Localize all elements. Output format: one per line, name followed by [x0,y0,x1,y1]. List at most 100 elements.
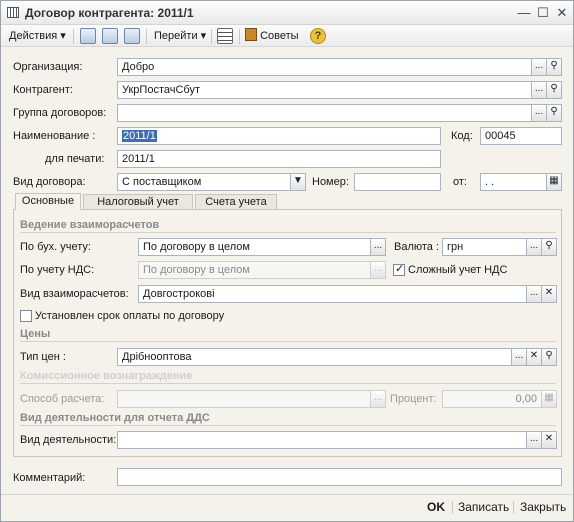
group-select-button[interactable]: ... [531,104,547,122]
by-accounting-select[interactable]: По договору в целом [138,238,371,256]
print-name-label: для печати: [45,153,105,165]
toolbar-divider [73,29,74,44]
currency-field[interactable]: грн [442,238,527,256]
actions-label: Действия [9,30,58,42]
name-value: 2011/1 [122,130,157,142]
payment-term-label: Установлен срок оплаты по договору [35,310,225,322]
prices-section-title: Цены [20,328,51,340]
group-field[interactable] [117,104,532,122]
clear-icon[interactable]: ✕ [526,348,542,366]
save-button[interactable]: Записать [458,500,509,514]
dds-section-title: Вид деятельности для отчета ДДС [20,412,210,424]
write-close-icon[interactable] [80,28,96,44]
help-icon[interactable]: ? [310,28,326,44]
footer-divider [1,494,573,495]
calc-method-label: Способ расчета: [20,393,105,405]
number-label: Номер: [312,176,349,188]
section-divider [20,341,556,342]
chevron-down-icon[interactable]: ▼ [290,173,306,191]
by-vat-select-button[interactable]: ... [370,261,386,279]
refresh-icon[interactable] [102,28,118,44]
clear-icon[interactable]: ✕ [541,285,557,303]
window-title: Договор контрагента: 2011/1 [25,6,194,20]
calendar-icon[interactable]: ▦ [546,173,562,191]
contract-type-label: Вид договора: [13,176,86,188]
calc-method-field[interactable] [117,390,371,408]
actions-menu[interactable]: Действия ▾ [9,28,66,45]
price-type-select-button[interactable]: ... [511,348,527,366]
organization-select-button[interactable]: ... [531,58,547,76]
print-name-field[interactable]: 2011/1 [117,150,441,168]
settlement-type-select-button[interactable]: ... [526,285,542,303]
clear-icon[interactable]: ✕ [541,431,557,449]
footer-button-divider [513,501,514,514]
toolbar-divider [239,29,240,44]
settlement-type-label: Вид взаиморасчетов: [20,288,129,300]
number-field[interactable] [354,173,441,191]
comment-label: Комментарий: [13,472,86,484]
goto-menu[interactable]: Перейти ▾ [154,28,206,45]
name-field[interactable]: 2011/1 [117,127,441,145]
search-icon[interactable]: ⚲ [541,238,557,256]
payment-term-checkbox[interactable] [20,310,32,322]
tips-label: Советы [260,30,299,42]
section-divider [20,232,556,233]
activity-select-button[interactable]: ... [526,431,542,449]
title-bar: Договор контрагента: 2011/1 — ☐ ✕ [1,1,573,25]
search-icon[interactable]: ⚲ [546,58,562,76]
maximize-icon[interactable]: ☐ [534,4,552,21]
date-from-label: от: [453,176,467,188]
activity-label: Вид деятельности: [20,434,117,446]
copy-document-icon[interactable] [124,28,140,44]
by-accounting-select-button[interactable]: ... [370,238,386,256]
group-label: Группа договоров: [13,107,107,119]
toolbar-divider [211,29,212,44]
toolbar-divider [146,29,147,44]
contract-window: Договор контрагента: 2011/1 — ☐ ✕ Действ… [0,0,574,522]
search-icon[interactable]: ⚲ [546,81,562,99]
price-type-field[interactable]: Дрібнооптова [117,348,512,366]
close-button[interactable]: Закрыть [520,500,566,514]
percent-label: Процент: [390,393,437,405]
by-vat-select[interactable]: По договору в целом [138,261,371,279]
footer-button-divider [452,501,453,514]
tips-button[interactable]: Советы [245,28,299,45]
tab-main[interactable]: Основные [15,193,81,210]
currency-select-button[interactable]: ... [526,238,542,256]
counterparty-field[interactable]: УкрПостачСбут [117,81,532,99]
comment-field[interactable] [117,468,562,486]
settlement-type-field[interactable]: Довгострокові [138,285,527,303]
book-icon [245,28,257,41]
minimize-icon[interactable]: — [515,4,533,21]
percent-field[interactable]: 0,00 [442,390,542,408]
section-divider [20,425,556,426]
date-from-field[interactable]: . . [480,173,547,191]
section-divider [20,383,556,384]
search-icon[interactable]: ⚲ [541,348,557,366]
toolbar: Действия ▾ Перейти ▾ Советы [1,25,573,47]
price-type-label: Тип цен : [20,351,66,363]
calc-method-select-button[interactable]: ... [370,390,386,408]
by-vat-label: По учету НДС: [20,264,95,276]
organization-field[interactable]: Добро [117,58,532,76]
list-icon[interactable] [217,28,233,44]
counterparty-label: Контрагент: [13,84,73,96]
complex-vat-label: Сложный учет НДС [408,264,508,276]
goto-label: Перейти [154,30,198,42]
code-field[interactable]: 00045 [480,127,562,145]
name-label: Наименование : [13,130,96,142]
contract-type-select[interactable]: С поставщиком [117,173,291,191]
activity-field[interactable] [117,431,527,449]
commission-section-title: Комиссионное вознаграждение [20,370,193,382]
search-icon[interactable]: ⚲ [546,104,562,122]
counterparty-select-button[interactable]: ... [531,81,547,99]
document-icon [7,7,19,18]
currency-label: Валюта : [394,241,440,253]
organization-label: Организация: [13,61,83,73]
settlements-section-title: Ведение взаиморасчетов [20,219,160,231]
complex-vat-checkbox[interactable] [393,262,405,276]
calculator-icon[interactable]: ▦ [541,390,557,408]
close-icon[interactable]: ✕ [553,4,571,21]
ok-button[interactable]: OK [427,500,445,514]
chevron-down-icon: ▾ [60,30,66,42]
